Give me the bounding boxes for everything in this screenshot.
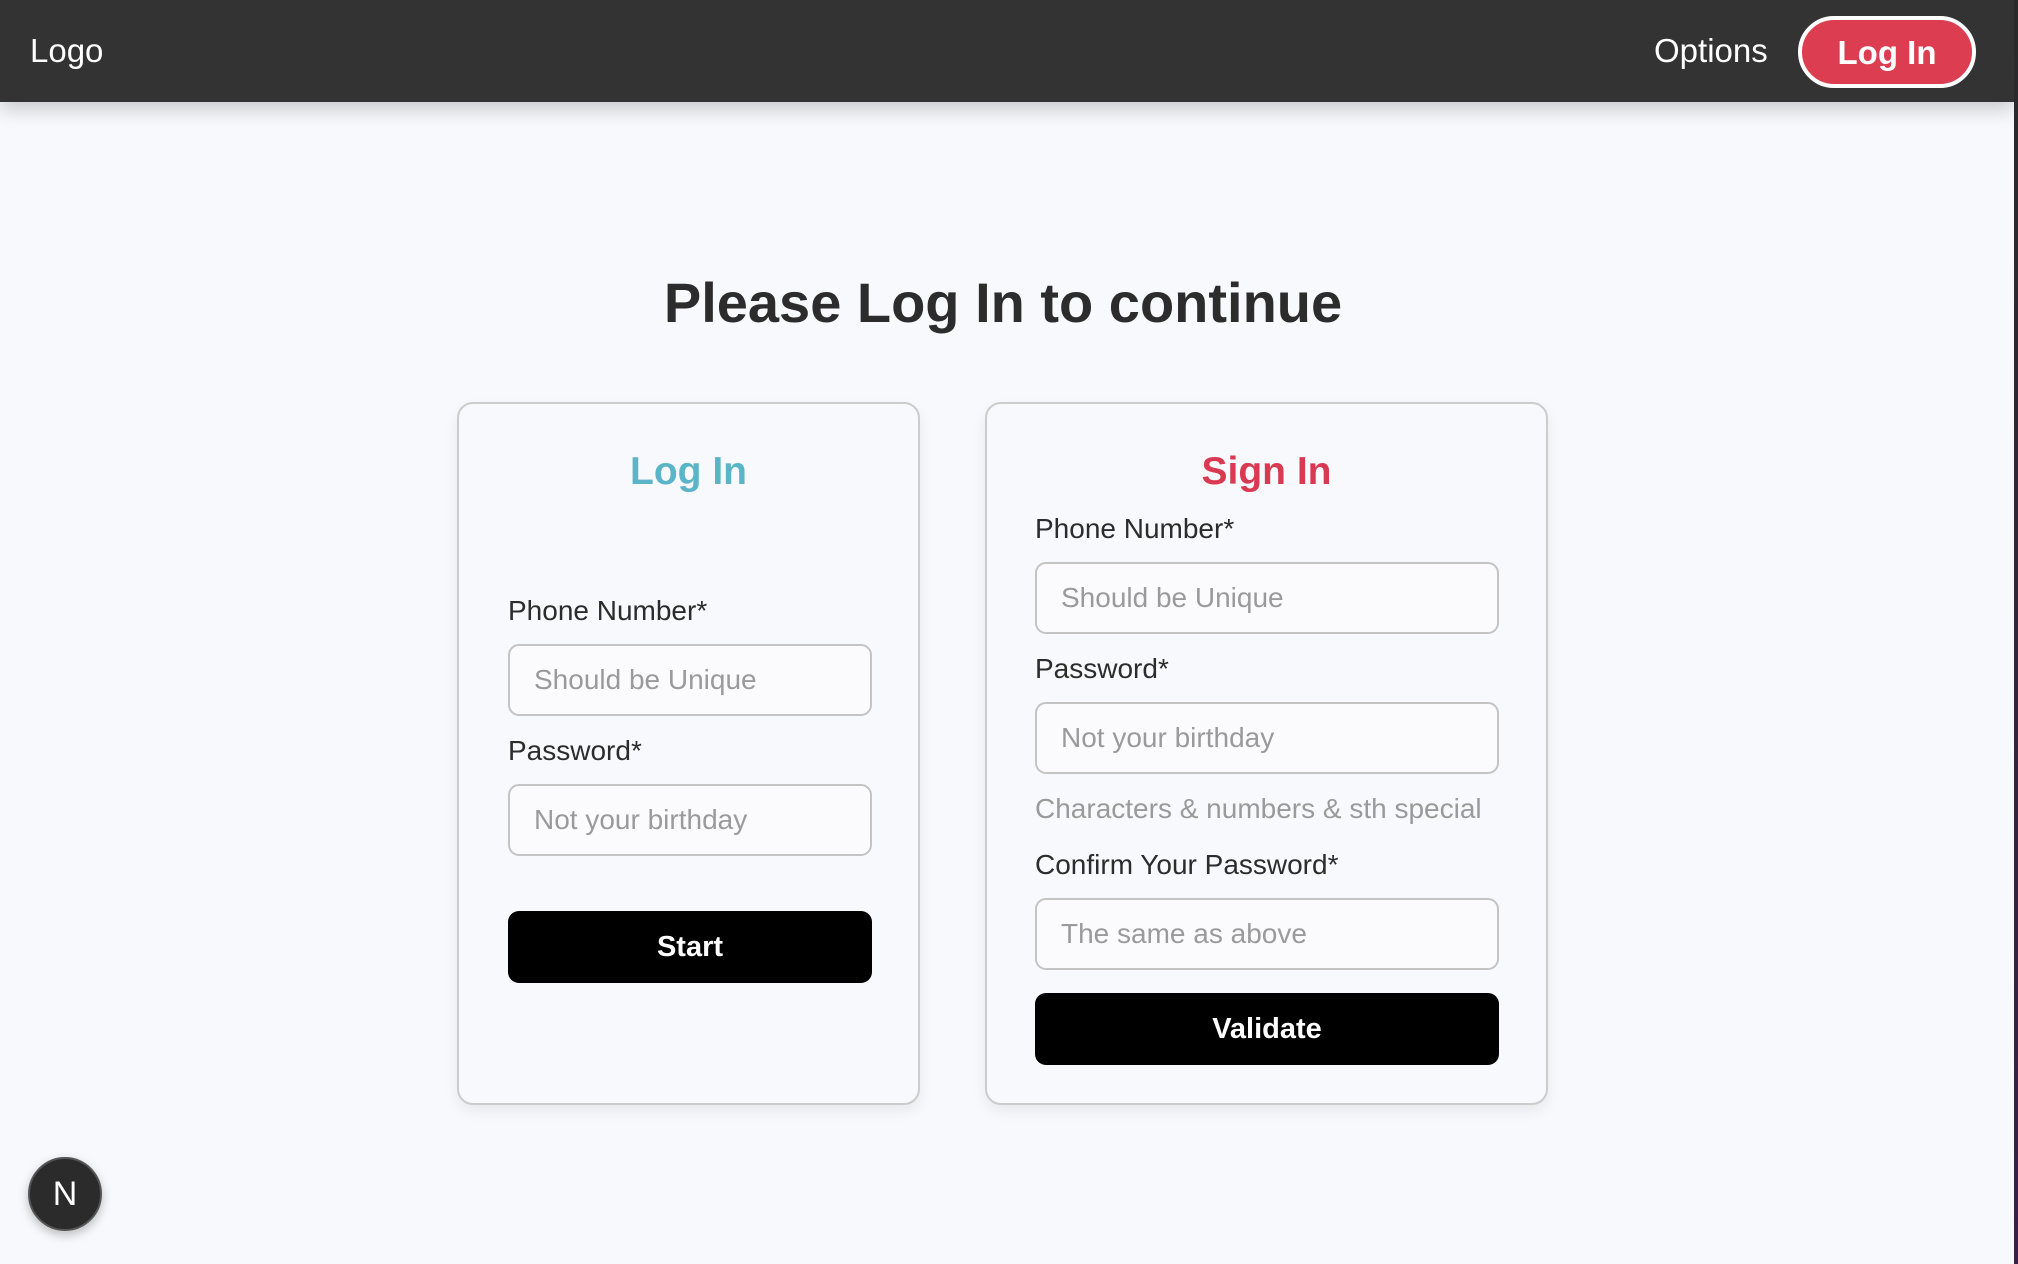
signin-card-title: Sign In [1201, 450, 1332, 493]
confirm-password-label: Confirm Your Password* [1035, 849, 1339, 880]
login-phone-label: Phone Number* [508, 595, 708, 626]
start-button[interactable]: Start [508, 911, 872, 983]
signin-phone-input[interactable] [1035, 562, 1499, 634]
password-hint: Characters & numbers & sth special [1035, 793, 1482, 824]
login-card: Log In Phone Number* Password* Start [457, 402, 920, 1105]
validate-button[interactable]: Validate [1035, 993, 1499, 1065]
signin-password-label: Password* [1035, 653, 1169, 684]
login-card-title: Log In [630, 450, 747, 493]
signin-password-input[interactable] [1035, 702, 1499, 774]
nextjs-dev-badge-icon[interactable]: N [28, 1157, 102, 1231]
login-password-input[interactable] [508, 784, 872, 856]
options-link[interactable]: Options [1654, 0, 1768, 102]
window-edge [2014, 0, 2018, 1264]
page-title: Please Log In to continue [663, 271, 1343, 334]
nav-login-button[interactable]: Log In [1798, 16, 1976, 88]
logo-link[interactable]: Logo [30, 0, 103, 102]
signin-phone-label: Phone Number* [1035, 513, 1235, 544]
login-phone-input[interactable] [508, 644, 872, 716]
confirm-password-input[interactable] [1035, 898, 1499, 970]
signin-card: Sign In Phone Number* Password* Characte… [985, 402, 1548, 1105]
login-password-label: Password* [508, 735, 642, 766]
top-navbar: Logo Options Log In [0, 0, 2014, 102]
